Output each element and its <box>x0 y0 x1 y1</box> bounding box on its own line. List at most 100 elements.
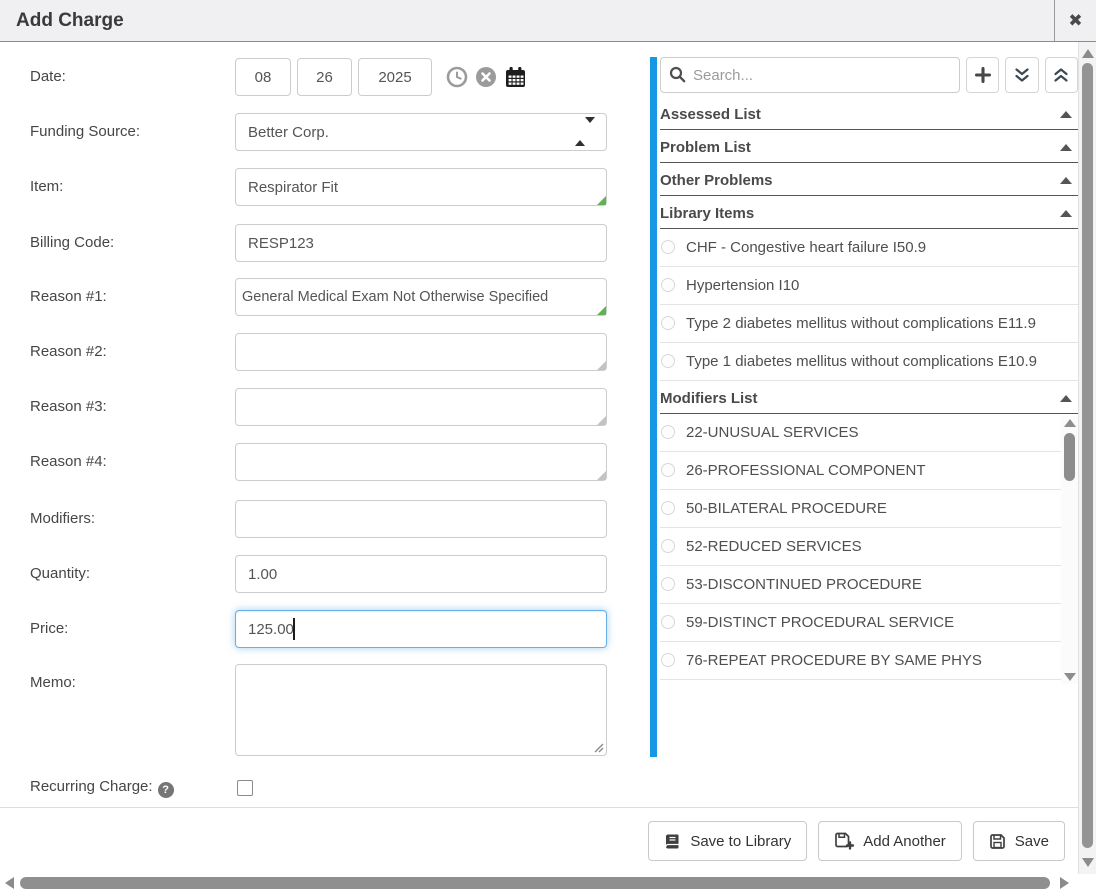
reason1-label: Reason #1: <box>30 278 107 316</box>
scroll-down-arrow[interactable] <box>1064 673 1076 681</box>
item-input[interactable] <box>235 168 607 206</box>
date-day-input[interactable] <box>297 58 352 96</box>
memo-label: Memo: <box>30 674 76 691</box>
radio-bullet-icon <box>661 425 675 439</box>
scroll-down-arrow[interactable] <box>1082 858 1094 867</box>
calendar-icon[interactable] <box>504 66 527 89</box>
funding-source-value: Better Corp. <box>248 124 329 141</box>
radio-bullet-icon <box>661 354 675 368</box>
scroll-up-arrow[interactable] <box>1064 419 1076 427</box>
radio-bullet-icon <box>661 463 675 477</box>
resize-corner-icon <box>597 361 606 370</box>
double-chevron-down-icon <box>1013 67 1031 84</box>
autocomplete-corner-icon <box>597 306 606 315</box>
library-item[interactable]: Type 2 diabetes mellitus without complic… <box>660 305 1078 343</box>
reason3-input[interactable] <box>235 388 607 426</box>
modifier-item[interactable]: 22-UNUSUAL SERVICES <box>660 414 1078 452</box>
scroll-left-arrow[interactable] <box>5 877 14 889</box>
resize-corner-icon <box>597 471 606 480</box>
radio-bullet-icon <box>661 615 675 629</box>
collapse-caret-icon <box>1060 210 1072 217</box>
library-item[interactable]: Hypertension I10 <box>660 267 1078 305</box>
scroll-thumb[interactable] <box>20 877 1050 889</box>
collapse-all-button[interactable] <box>1045 57 1078 93</box>
date-month-input[interactable] <box>235 58 291 96</box>
funding-source-label: Funding Source: <box>30 113 140 151</box>
quantity-input[interactable] <box>235 555 607 593</box>
recurring-charge-label: Recurring Charge:? <box>30 778 174 798</box>
scroll-right-arrow[interactable] <box>1060 877 1069 889</box>
reason1-input[interactable] <box>235 278 607 316</box>
modifier-item[interactable]: 50-BILATERAL PROCEDURE <box>660 490 1078 528</box>
select-updown-icon <box>575 123 595 140</box>
section-modifiers-list[interactable]: Modifiers List <box>660 381 1078 414</box>
add-code-button[interactable] <box>966 57 999 93</box>
vertical-scrollbar[interactable] <box>1078 42 1096 874</box>
section-other-problems[interactable]: Other Problems <box>660 163 1078 196</box>
scroll-thumb[interactable] <box>1082 63 1093 848</box>
radio-bullet-icon <box>661 653 675 667</box>
panel-accent-bar <box>650 57 657 757</box>
book-icon <box>664 833 681 850</box>
reason4-label: Reason #4: <box>30 443 107 481</box>
library-item[interactable]: Type 1 diabetes mellitus without complic… <box>660 343 1078 381</box>
scroll-up-arrow[interactable] <box>1082 49 1094 58</box>
section-problem-list[interactable]: Problem List <box>660 130 1078 163</box>
radio-bullet-icon <box>661 539 675 553</box>
footer-divider <box>0 807 1078 808</box>
date-year-input[interactable] <box>358 58 432 96</box>
modifier-item[interactable]: 26-PROFESSIONAL COMPONENT <box>660 452 1078 490</box>
date-label: Date: <box>30 58 66 96</box>
section-assessed-list[interactable]: Assessed List <box>660 97 1078 130</box>
expand-all-button[interactable] <box>1005 57 1038 93</box>
library-item[interactable]: CHF - Congestive heart failure I50.9 <box>660 229 1078 267</box>
modifiers-label: Modifiers: <box>30 500 95 538</box>
modifier-item[interactable]: 53-DISCONTINUED PROCEDURE <box>660 566 1078 604</box>
radio-bullet-icon <box>661 501 675 515</box>
reason4-input[interactable] <box>235 443 607 481</box>
help-icon[interactable]: ? <box>158 782 174 798</box>
recurring-charge-checkbox[interactable] <box>237 780 253 796</box>
add-charge-dialog: Add Charge ✖ Date: <box>0 0 1096 892</box>
modifiers-scroll-area: 22-UNUSUAL SERVICES 26-PROFESSIONAL COMP… <box>660 414 1078 686</box>
modifier-item[interactable]: 52-REDUCED SERVICES <box>660 528 1078 566</box>
modifiers-input[interactable] <box>235 500 607 538</box>
save-to-library-button[interactable]: Save to Library <box>648 821 807 861</box>
clear-date-icon[interactable] <box>475 66 497 88</box>
radio-bullet-icon <box>661 577 675 591</box>
section-library-items[interactable]: Library Items <box>660 196 1078 229</box>
scroll-thumb[interactable] <box>1064 433 1075 481</box>
radio-bullet-icon <box>661 240 675 254</box>
collapse-caret-icon <box>1060 177 1072 184</box>
memo-textarea[interactable] <box>235 664 607 756</box>
dialog-title: Add Charge <box>16 0 124 41</box>
close-button[interactable]: ✖ <box>1054 0 1096 41</box>
save-icon <box>989 833 1006 850</box>
billing-code-input[interactable] <box>235 224 607 262</box>
add-another-button[interactable]: Add Another <box>818 821 962 861</box>
radio-bullet-icon <box>661 278 675 292</box>
reason2-label: Reason #2: <box>30 333 107 371</box>
reason2-input[interactable] <box>235 333 607 371</box>
autocomplete-corner-icon <box>597 196 606 205</box>
save-plus-icon <box>834 832 854 850</box>
radio-bullet-icon <box>661 316 675 330</box>
inner-scrollbar[interactable] <box>1061 416 1078 684</box>
modifier-item[interactable]: 76-REPEAT PROCEDURE BY SAME PHYS <box>660 642 1078 680</box>
text-cursor <box>293 618 295 640</box>
resize-grip-icon[interactable] <box>594 740 604 758</box>
price-input[interactable] <box>235 610 607 648</box>
dialog-titlebar: Add Charge ✖ <box>0 0 1096 42</box>
price-label: Price: <box>30 610 68 648</box>
item-label: Item: <box>30 168 63 206</box>
funding-source-select[interactable]: Better Corp. <box>235 113 607 151</box>
modifier-item[interactable]: 59-DISTINCT PROCEDURAL SERVICE <box>660 604 1078 642</box>
clock-icon[interactable] <box>446 66 468 88</box>
save-button[interactable]: Save <box>973 821 1065 861</box>
code-picker-panel: Assessed List Problem List Other Problem… <box>660 57 1078 686</box>
double-chevron-up-icon <box>1052 67 1070 84</box>
search-input[interactable] <box>660 57 960 93</box>
search-icon <box>669 66 686 88</box>
collapse-caret-icon <box>1060 395 1072 402</box>
horizontal-scrollbar[interactable] <box>0 874 1078 892</box>
